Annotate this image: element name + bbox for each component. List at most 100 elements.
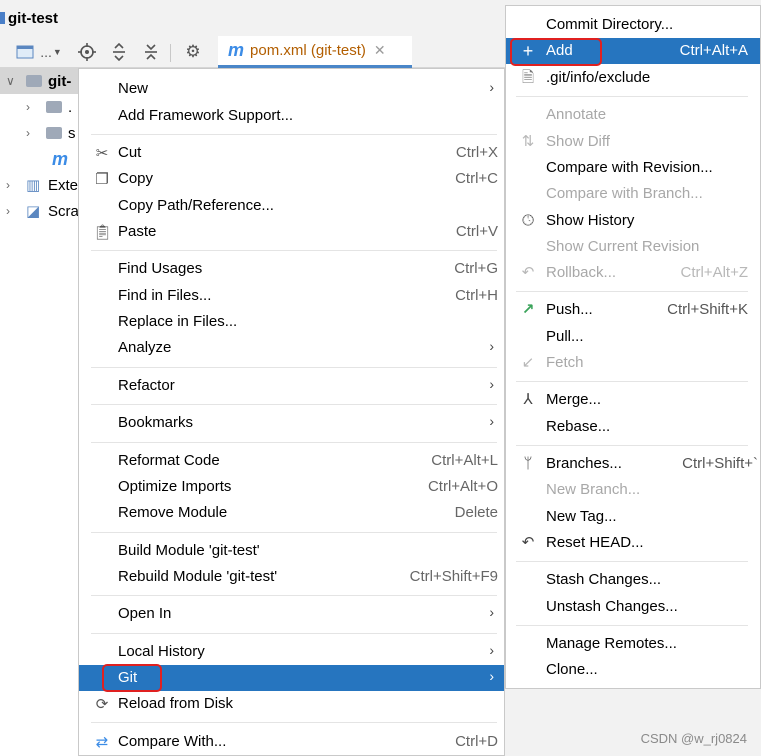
git-item-show-diff[interactable]: ⇅ Show Diff [506, 129, 760, 155]
paste-icon: 📋︎ [93, 224, 113, 241]
git-item-push[interactable]: ↗ Push... Ctrl+Shift+K [506, 297, 760, 323]
compare-icon: ⇄ [95, 734, 109, 751]
tab-pom-xml[interactable]: m pom.xml (git-test) ✕ [218, 36, 412, 68]
menu-item-reformat-code[interactable]: Reformat Code Ctrl+Alt+L [79, 448, 504, 474]
chevron-down-icon[interactable]: ∨ [6, 74, 18, 88]
tree-label: Scra [48, 202, 79, 220]
view-dropdown-label: ... [40, 44, 52, 60]
menu-item-bookmarks[interactable]: Bookmarks › [79, 410, 504, 436]
tree-row-external-libraries[interactable]: › ▥ Exte [0, 172, 80, 198]
crosshair-icon[interactable] [76, 40, 98, 64]
menu-separator [91, 532, 497, 533]
tree-row-scratches[interactable]: › ◪ Scra [0, 198, 80, 224]
file-exclude-icon: 🗎︎ [521, 69, 535, 86]
git-item-annotate[interactable]: Annotate [506, 102, 760, 128]
panel-icon[interactable] [14, 40, 36, 64]
history-icon: 🕓︎ [522, 212, 534, 229]
menu-item-rebuild-module[interactable]: Rebuild Module 'git-test' Ctrl+Shift+F9 [79, 564, 504, 590]
tab-label: pom.xml (git-test) [250, 42, 366, 59]
menu-item-new[interactable]: New › [79, 76, 504, 102]
scratch-icon: ◪ [26, 203, 41, 220]
menu-item-find-in-files[interactable]: Find in Files... Ctrl+H [79, 283, 504, 309]
tree-label: . [68, 98, 73, 116]
maven-icon: m [52, 148, 69, 169]
chevron-right-icon[interactable]: › [26, 100, 38, 114]
chevron-right-icon[interactable]: › [26, 126, 38, 140]
git-item-compare-with-branch[interactable]: Compare with Branch... [506, 181, 760, 207]
chevron-right-icon: › [489, 413, 494, 429]
tree-label: git- [48, 72, 72, 90]
menu-item-find-usages[interactable]: Find Usages Ctrl+G [79, 256, 504, 282]
menu-item-refactor[interactable]: Refactor › [79, 373, 504, 399]
chevron-right-icon: › [489, 338, 494, 354]
git-submenu: Commit Directory... + Add Ctrl+Alt+A 🗎︎ .… [505, 5, 761, 689]
git-item-gitignore-exclude[interactable]: 🗎︎ .git/info/exclude [506, 65, 760, 91]
git-item-stash-changes[interactable]: Stash Changes... [506, 567, 760, 593]
git-item-fetch[interactable]: ↙ Fetch [506, 350, 760, 376]
project-icon [0, 12, 5, 24]
view-dropdown[interactable]: ... ▼ [38, 40, 64, 64]
expand-all-icon[interactable] [108, 40, 130, 64]
chevron-right-icon[interactable]: › [6, 178, 18, 192]
chevron-down-icon: ▼ [52, 47, 62, 57]
git-item-new-branch[interactable]: New Branch... [506, 477, 760, 503]
git-item-clone[interactable]: Clone... [506, 657, 760, 683]
menu-item-copy-path[interactable]: Copy Path/Reference... [79, 193, 504, 219]
git-item-new-tag[interactable]: New Tag... [506, 504, 760, 530]
menu-separator [516, 445, 748, 446]
git-item-commit-directory[interactable]: Commit Directory... [506, 12, 760, 38]
tree-row[interactable]: m [0, 146, 80, 172]
menu-separator [91, 367, 497, 368]
folder-icon [46, 101, 62, 113]
menu-item-build-module[interactable]: Build Module 'git-test' [79, 538, 504, 564]
project-tree: ∨ git- › . › s m › ▥ Exte › ◪ Scra [0, 68, 80, 756]
menu-item-remove-module[interactable]: Remove Module Delete [79, 500, 504, 526]
tree-row[interactable]: › . [0, 94, 80, 120]
tree-row[interactable]: › s [0, 120, 80, 146]
chevron-right-icon[interactable]: › [6, 204, 18, 218]
git-item-merge[interactable]: ⅄ Merge... [506, 387, 760, 413]
chevron-right-icon: › [489, 79, 494, 95]
git-item-rollback[interactable]: ↶ Rollback... Ctrl+Alt+Z [506, 260, 760, 286]
git-item-pull[interactable]: Pull... [506, 324, 760, 350]
git-item-branches[interactable]: ᛘ Branches... Ctrl+Shift+` [506, 451, 760, 477]
menu-item-open-in[interactable]: Open In › [79, 601, 504, 627]
library-icon: ▥ [26, 177, 41, 194]
menu-item-local-history[interactable]: Local History › [79, 639, 504, 665]
git-item-show-current-revision[interactable]: Show Current Revision [506, 234, 760, 260]
menu-item-cut[interactable]: ✂ Cut Ctrl+X [79, 140, 504, 166]
menu-item-replace-in-files[interactable]: Replace in Files... [79, 309, 504, 335]
menu-item-compare-with[interactable]: ⇄ Compare With... Ctrl+D [79, 729, 504, 755]
git-item-rebase[interactable]: Rebase... [506, 414, 760, 440]
menu-item-reload-from-disk[interactable]: ⟳ Reload from Disk [79, 691, 504, 717]
menu-item-optimize-imports[interactable]: Optimize Imports Ctrl+Alt+O [79, 474, 504, 500]
menu-item-analyze[interactable]: Analyze › [79, 335, 504, 361]
chevron-right-icon: › [489, 668, 494, 684]
git-item-reset-head[interactable]: ↶ Reset HEAD... [506, 530, 760, 556]
merge-icon: ⅄ [523, 391, 533, 408]
menu-separator [516, 96, 748, 97]
watermark: CSDN @w_rj0824 [640, 731, 747, 746]
tree-row-root[interactable]: ∨ git- [0, 68, 80, 94]
menu-item-paste[interactable]: 📋︎ Paste Ctrl+V [79, 219, 504, 245]
chevron-right-icon: › [489, 604, 494, 620]
undo-icon: ↶ [521, 264, 535, 281]
menu-separator [516, 381, 748, 382]
menu-item-add-framework-support[interactable]: Add Framework Support... [79, 103, 504, 129]
git-item-unstash-changes[interactable]: Unstash Changes... [506, 594, 760, 620]
menu-separator [516, 625, 748, 626]
menu-item-copy[interactable]: ❐ Copy Ctrl+C [79, 166, 504, 192]
collapse-all-icon[interactable] [140, 40, 162, 64]
close-icon[interactable]: ✕ [374, 42, 386, 59]
menu-separator [91, 250, 497, 251]
menu-separator [91, 722, 497, 723]
git-item-compare-with-revision[interactable]: Compare with Revision... [506, 155, 760, 181]
reload-icon: ⟳ [95, 696, 109, 713]
git-item-show-history[interactable]: 🕓︎ Show History [506, 208, 760, 234]
menu-separator [91, 442, 497, 443]
gear-icon[interactable]: ⚙ [182, 40, 204, 64]
chevron-right-icon: › [489, 642, 494, 658]
push-arrow-icon: ↗ [521, 301, 535, 318]
git-item-manage-remotes[interactable]: Manage Remotes... [506, 631, 760, 657]
branch-icon: ᛘ [523, 455, 533, 472]
